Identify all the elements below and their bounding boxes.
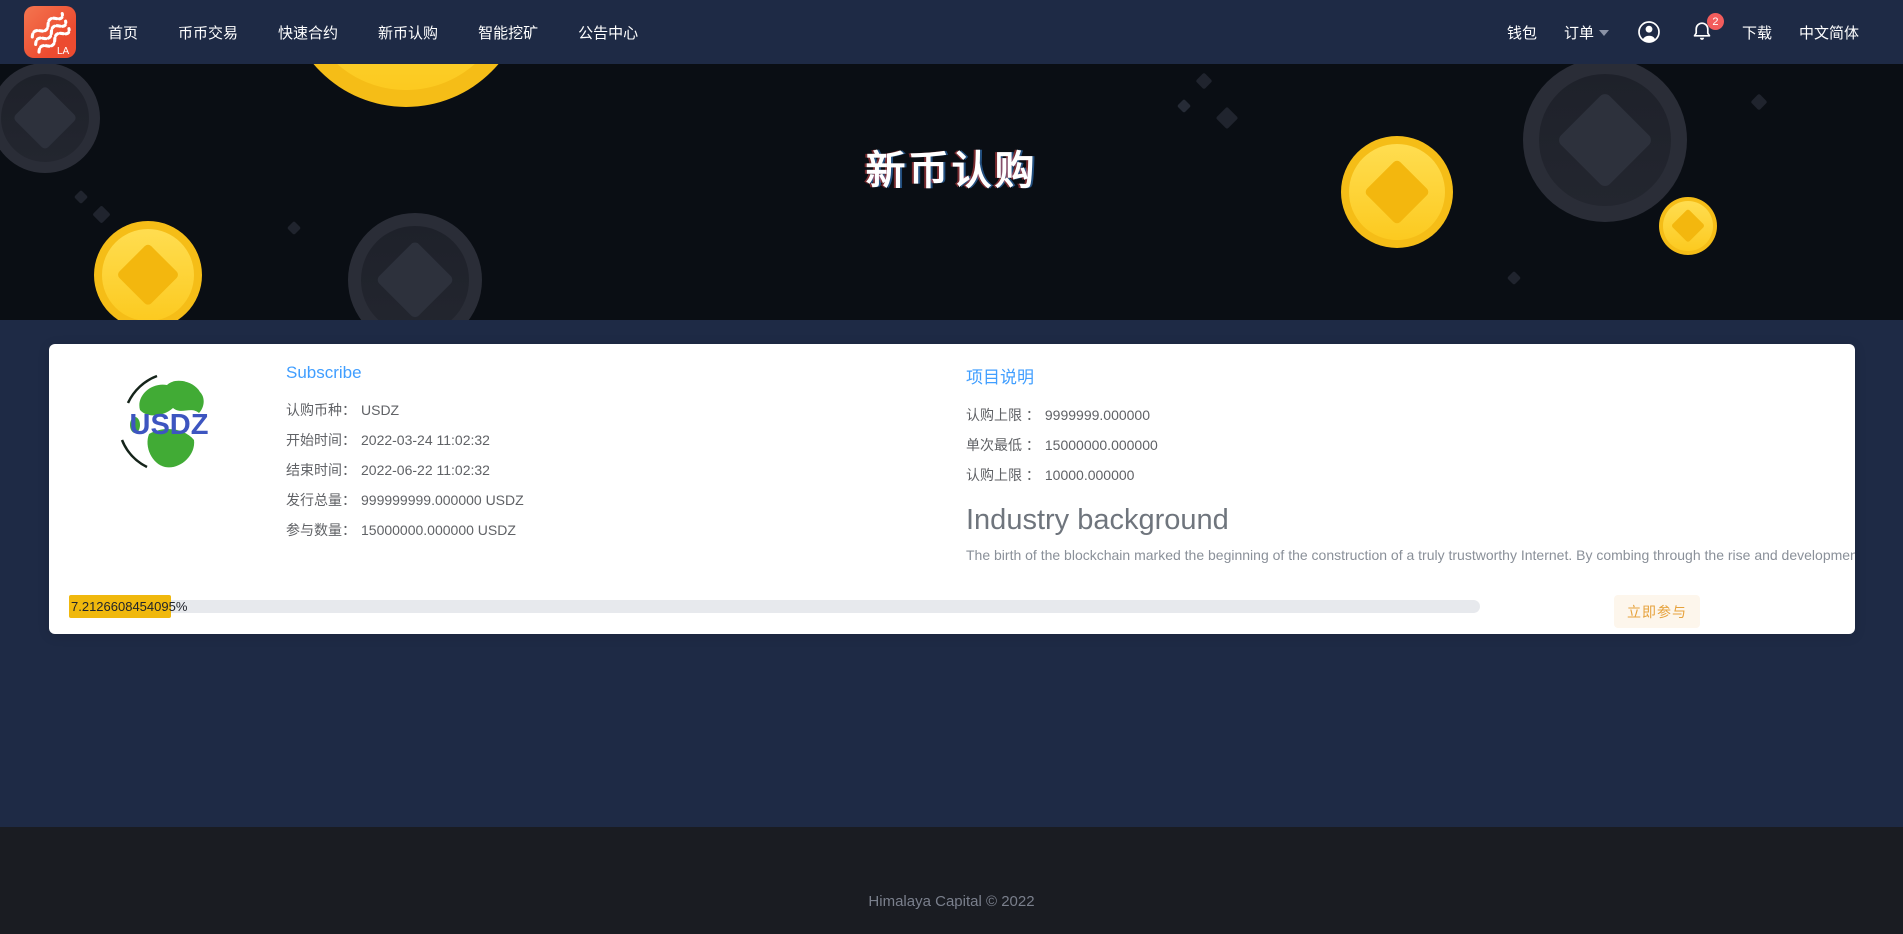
project-rows: 认购上限 ： 9999999.000000 单次最低 ： 15000000.0000… (966, 400, 1855, 490)
project-title: 项目说明 (966, 363, 1855, 388)
gold-coin-decoration (285, 64, 527, 107)
orders-dropdown[interactable]: 订单 (1564, 22, 1609, 43)
subscribe-row: 参与数量： 15000000.000000 USDZ (286, 515, 524, 545)
project-row: 认购上限 ： 10000.000000 (966, 460, 1855, 490)
info-label: 结束时间： (286, 462, 356, 478)
progress-fill: 7.2126608454095% (69, 595, 171, 618)
usdz-logo-text: USDZ (130, 409, 209, 441)
subscribe-row: 认购币种： USDZ (286, 395, 524, 425)
coin-inner (302, 64, 510, 90)
nav-item-new-coin-subscription[interactable]: 新币认购 (378, 22, 438, 43)
diamond-decoration (1751, 94, 1768, 111)
info-label: 认购币种： (286, 402, 356, 418)
info-value: 15000000.000000 USDZ (361, 522, 516, 538)
nav-item-home[interactable]: 首页 (108, 22, 138, 43)
info-value: USDZ (361, 402, 399, 418)
page-title: 新币认购 (0, 138, 1903, 196)
info-label: 参与数量： (286, 522, 356, 538)
subscribe-row: 开始时间： 2022-03-24 11:02:32 (286, 425, 524, 455)
info-label: 认购上限 ： (966, 407, 1040, 423)
info-value: 15000000.000000 (1045, 437, 1158, 453)
info-value: 10000.000000 (1045, 467, 1135, 483)
user-account-button[interactable] (1636, 19, 1662, 45)
project-info-column: 项目说明 认购上限 ： 9999999.000000 单次最低 ： 15000000… (966, 363, 1855, 563)
copyright-text: Himalaya Capital © 2022 (0, 893, 1903, 910)
info-value: 2022-06-22 11:02:32 (361, 462, 490, 478)
info-label: 单次最低 ： (966, 437, 1040, 453)
gold-coin-decoration (1659, 197, 1717, 255)
notification-badge: 2 (1707, 13, 1724, 30)
industry-background-description: The birth of the blockchain marked the b… (966, 547, 1855, 563)
subscribe-row: 发行总量： 999999999.000000 USDZ (286, 485, 524, 515)
nav-item-announcements[interactable]: 公告中心 (578, 22, 638, 43)
user-avatar-icon (1637, 20, 1661, 44)
diamond-decoration (287, 221, 301, 235)
diamond-decoration (92, 205, 110, 223)
hero-banner: 新币认购 (0, 64, 1903, 320)
logo-text: LA (57, 46, 70, 57)
subscribe-row: 结束时间： 2022-06-22 11:02:32 (286, 455, 524, 485)
language-selector[interactable]: 中文简体 (1799, 22, 1859, 43)
progress-percent-label: 7.2126608454095% (71, 599, 187, 614)
main-menu: 首页 币币交易 快速合约 新币认购 智能挖矿 公告中心 (108, 22, 638, 43)
gold-coin-decoration (94, 221, 202, 320)
join-now-button[interactable]: 立即参与 (1614, 595, 1700, 628)
subscribe-title: Subscribe (286, 363, 524, 383)
diamond-decoration (1507, 271, 1521, 285)
subscription-progress-bar: 7.2126608454095% (69, 600, 1480, 613)
ghost-coin-decoration (348, 213, 482, 320)
orders-label: 订单 (1564, 22, 1594, 43)
info-value: 9999999.000000 (1045, 407, 1150, 423)
industry-background-heading: Industry background (966, 504, 1855, 537)
download-link[interactable]: 下载 (1742, 22, 1772, 43)
info-label: 发行总量： (286, 492, 356, 508)
diamond-decoration (1216, 107, 1239, 130)
subscribe-info-column: Subscribe 认购币种： USDZ 开始时间： 2022-03-24 11:0… (286, 363, 524, 545)
page: LA 首页 币币交易 快速合约 新币认购 智能挖矿 公告中心 钱包 订单 (0, 0, 1903, 934)
language-label: 中文简体 (1799, 22, 1859, 43)
usdz-globe-logo: USDZ (115, 370, 223, 478)
info-value: 999999999.000000 USDZ (361, 492, 524, 508)
main-section: USDZ Subscribe 认购币种： USDZ 开始时间： 2022-03-24… (0, 320, 1903, 827)
notifications-button[interactable]: 2 (1689, 19, 1715, 45)
subscription-card: USDZ Subscribe 认购币种： USDZ 开始时间： 2022-03-24… (49, 344, 1855, 634)
project-row: 单次最低 ： 15000000.000000 (966, 430, 1855, 460)
download-label: 下载 (1742, 22, 1772, 43)
footer: Himalaya Capital © 2022 (0, 827, 1903, 934)
chevron-down-icon (1599, 30, 1609, 36)
top-navbar: LA 首页 币币交易 快速合约 新币认购 智能挖矿 公告中心 钱包 订单 (0, 0, 1903, 64)
info-value: 2022-03-24 11:02:32 (361, 432, 490, 448)
wallet-label: 钱包 (1507, 22, 1537, 43)
nav-item-spot-trading[interactable]: 币币交易 (178, 22, 238, 43)
project-row: 认购上限 ： 9999999.000000 (966, 400, 1855, 430)
nav-item-fast-contract[interactable]: 快速合约 (278, 22, 338, 43)
info-label: 开始时间： (286, 432, 356, 448)
brand-logo[interactable]: LA (24, 6, 76, 58)
diamond-decoration (1177, 99, 1191, 113)
navbar-right: 钱包 订单 2 下载 (1507, 0, 1859, 64)
subscribe-rows: 认购币种： USDZ 开始时间： 2022-03-24 11:02:32 结束时间：… (286, 395, 524, 545)
wallet-link[interactable]: 钱包 (1507, 22, 1537, 43)
diamond-decoration (1196, 73, 1213, 90)
nav-item-smart-mining[interactable]: 智能挖矿 (478, 22, 538, 43)
info-label: 认购上限 ： (966, 467, 1040, 483)
wave-lines-icon: LA (24, 6, 76, 58)
